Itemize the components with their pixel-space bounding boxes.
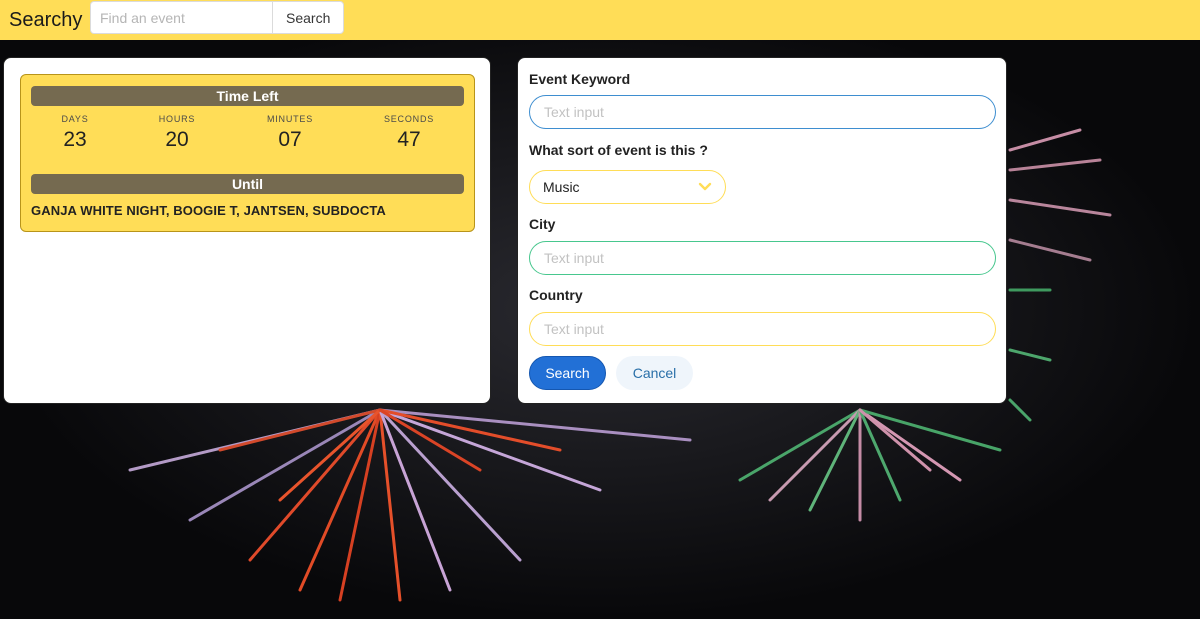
minutes-value: 07: [278, 128, 302, 151]
time-left-header: Time Left: [31, 86, 464, 106]
days-value: 23: [63, 128, 87, 151]
countdown-seconds: SECONDS 47: [369, 114, 449, 152]
countdown-days: DAYS 23: [35, 114, 115, 152]
navbar-search-group: Search: [90, 1, 345, 34]
hours-label: HOURS: [158, 114, 196, 124]
event-name: GANJA WHITE NIGHT, BOOGIE T, JANTSEN, SU…: [31, 203, 386, 218]
country-label: Country: [529, 287, 583, 303]
chevron-down-icon: [698, 182, 712, 191]
countdown-minutes: MINUTES 07: [250, 114, 330, 152]
event-search-form: Event Keyword What sort of event is this…: [517, 57, 1007, 404]
minutes-label: MINUTES: [266, 114, 314, 124]
city-input[interactable]: [529, 241, 996, 275]
navbar-search-button[interactable]: Search: [272, 1, 345, 34]
country-input[interactable]: [529, 312, 996, 346]
seconds-value: 47: [397, 128, 421, 151]
keyword-label: Event Keyword: [529, 71, 631, 87]
countdown-hours: HOURS 20: [137, 114, 217, 152]
keyword-input[interactable]: [529, 95, 996, 129]
hours-value: 20: [165, 128, 189, 151]
countdown-card: Time Left DAYS 23 HOURS 20 MINUTES 07 SE…: [3, 57, 491, 404]
cancel-button[interactable]: Cancel: [616, 356, 693, 390]
days-label: DAYS: [61, 114, 89, 124]
navbar-search-input[interactable]: [90, 1, 272, 34]
top-navbar: Searchy Search: [0, 0, 1200, 40]
brand-logo-text[interactable]: Searchy: [9, 9, 82, 32]
event-type-select[interactable]: Music: [529, 170, 726, 204]
event-type-label: What sort of event is this ?: [529, 142, 708, 158]
search-button[interactable]: Search: [529, 356, 606, 390]
city-label: City: [529, 216, 556, 232]
event-type-selected-value: Music: [543, 179, 580, 195]
until-header: Until: [31, 174, 464, 194]
countdown-timer: Time Left DAYS 23 HOURS 20 MINUTES 07 SE…: [20, 74, 475, 232]
seconds-label: SECONDS: [383, 114, 435, 124]
